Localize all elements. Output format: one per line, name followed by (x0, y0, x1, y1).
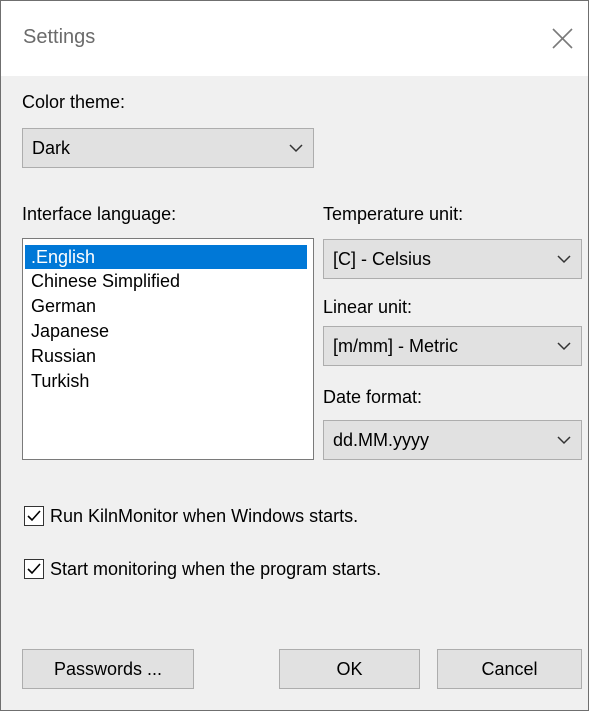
run-on-startup-label[interactable]: Run KilnMonitor when Windows starts. (50, 506, 358, 527)
interface-language-listbox[interactable]: .English Chinese Simplified German Japan… (22, 238, 314, 460)
linear-unit-select[interactable]: [m/mm] - Metric (323, 326, 582, 366)
start-monitoring-label[interactable]: Start monitoring when the program starts… (50, 559, 381, 580)
chevron-down-icon (557, 436, 571, 445)
color-theme-label: Color theme: (22, 92, 126, 112)
date-format-select[interactable]: dd.MM.yyyy (323, 420, 582, 460)
passwords-button[interactable]: Passwords ... (22, 649, 194, 689)
temperature-unit-select[interactable]: [C] - Celsius (323, 239, 582, 279)
close-button[interactable] (539, 19, 583, 59)
window-title: Settings (23, 26, 96, 48)
run-on-startup-checkbox[interactable] (24, 506, 44, 526)
language-item-japanese[interactable]: Japanese (25, 319, 307, 343)
temperature-unit-label: Temperature unit: (323, 204, 464, 224)
settings-dialog: Settings Color theme: Dark Interface lan… (0, 0, 589, 711)
date-format-value: dd.MM.yyyy (333, 430, 430, 450)
linear-unit-value: [m/mm] - Metric (333, 336, 458, 356)
temperature-unit-value: [C] - Celsius (333, 249, 432, 269)
language-item-russian[interactable]: Russian (25, 344, 307, 368)
chevron-down-icon (557, 342, 571, 351)
color-theme-value: Dark (32, 138, 71, 158)
checkmark-icon (27, 563, 41, 575)
ok-button[interactable]: OK (279, 649, 420, 689)
linear-unit-label: Linear unit: (323, 297, 413, 317)
date-format-label: Date format: (323, 387, 423, 407)
interface-language-label: Interface language: (22, 204, 177, 224)
language-item-german[interactable]: German (25, 294, 307, 318)
cancel-button[interactable]: Cancel (437, 649, 582, 689)
language-item-english[interactable]: .English (25, 245, 307, 269)
close-icon (552, 28, 573, 49)
title-bar: Settings (1, 1, 588, 76)
chevron-down-icon (557, 255, 571, 264)
checkmark-icon (27, 510, 41, 522)
language-item-chinese-simplified[interactable]: Chinese Simplified (25, 269, 307, 293)
start-monitoring-checkbox[interactable] (24, 559, 44, 579)
color-theme-select[interactable]: Dark (22, 128, 314, 168)
chevron-down-icon (289, 144, 303, 153)
language-item-turkish[interactable]: Turkish (25, 369, 307, 393)
